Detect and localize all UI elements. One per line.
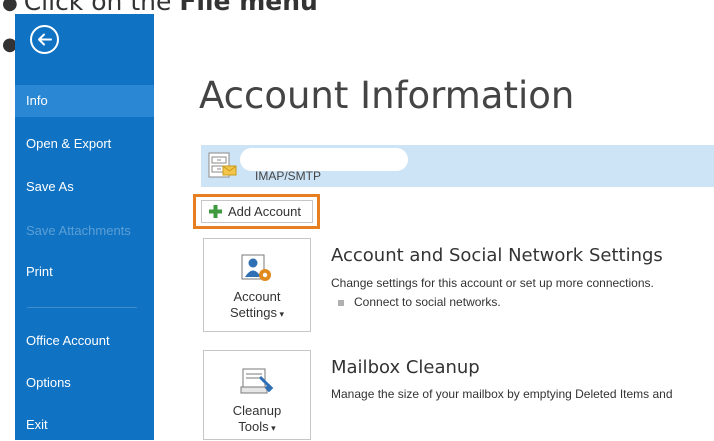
account-selector[interactable]: IMAP/SMTP	[201, 145, 714, 187]
add-account-label: Add Account	[228, 204, 301, 219]
nav-item-office-account[interactable]: Office Account	[15, 325, 154, 357]
tile-label-line2: Settings	[229, 305, 277, 320]
cleanup-tools-icon	[240, 368, 274, 394]
tile-label-line1: Account	[233, 289, 281, 304]
nav-item-options[interactable]: Options	[15, 367, 154, 399]
nav-item-save-attachments: Save Attachments	[26, 223, 131, 238]
back-button[interactable]	[30, 25, 59, 54]
tile-label-line1: Cleanup	[232, 403, 282, 418]
account-email-redacted	[240, 148, 408, 171]
page-title: Account Information	[199, 74, 575, 117]
backstage-sidebar: Info Open & Export Save As Save Attachme…	[15, 14, 154, 440]
bullet-icon: ●	[2, 0, 18, 14]
nav-item-open-export[interactable]: Open & Export	[15, 128, 154, 160]
nav-item-save-as[interactable]: Save As	[15, 171, 154, 203]
account-settings-button[interactable]: Account Settings ▾	[203, 238, 311, 332]
plus-icon	[209, 205, 222, 218]
connect-social-label: Connect to social networks.	[354, 295, 501, 309]
nav-item-exit[interactable]: Exit	[15, 409, 154, 441]
nav-item-print[interactable]: Print	[15, 256, 154, 288]
mailbox-cleanup-title: Mailbox Cleanup	[331, 357, 480, 378]
add-account-button[interactable]: Add Account	[201, 200, 313, 223]
nav-item-info[interactable]: Info	[15, 85, 154, 117]
sidebar-divider	[27, 307, 137, 308]
chevron-down-icon: ▾	[276, 309, 284, 319]
account-settings-icon	[241, 254, 271, 281]
cleanup-tools-button[interactable]: Cleanup Tools ▾	[203, 350, 311, 440]
account-settings-title: Account and Social Network Settings	[331, 245, 663, 266]
back-arrow-icon	[38, 33, 52, 46]
email-account-icon	[208, 152, 237, 178]
account-type: IMAP/SMTP	[255, 169, 322, 183]
bullet-square-icon	[338, 299, 344, 306]
instruction-emphasis: File menu	[179, 0, 318, 16]
account-settings-description: Change settings for this account or set …	[331, 276, 654, 290]
tile-label: Account Settings ▾	[204, 289, 310, 322]
connect-social-link[interactable]: Connect to social networks.	[338, 295, 501, 309]
mailbox-cleanup-description: Manage the size of your mailbox by empty…	[331, 387, 673, 401]
tile-label: Cleanup Tools ▾	[204, 403, 310, 436]
tile-label-line2: Tools	[238, 419, 269, 434]
chevron-down-icon: ▾	[268, 423, 276, 433]
